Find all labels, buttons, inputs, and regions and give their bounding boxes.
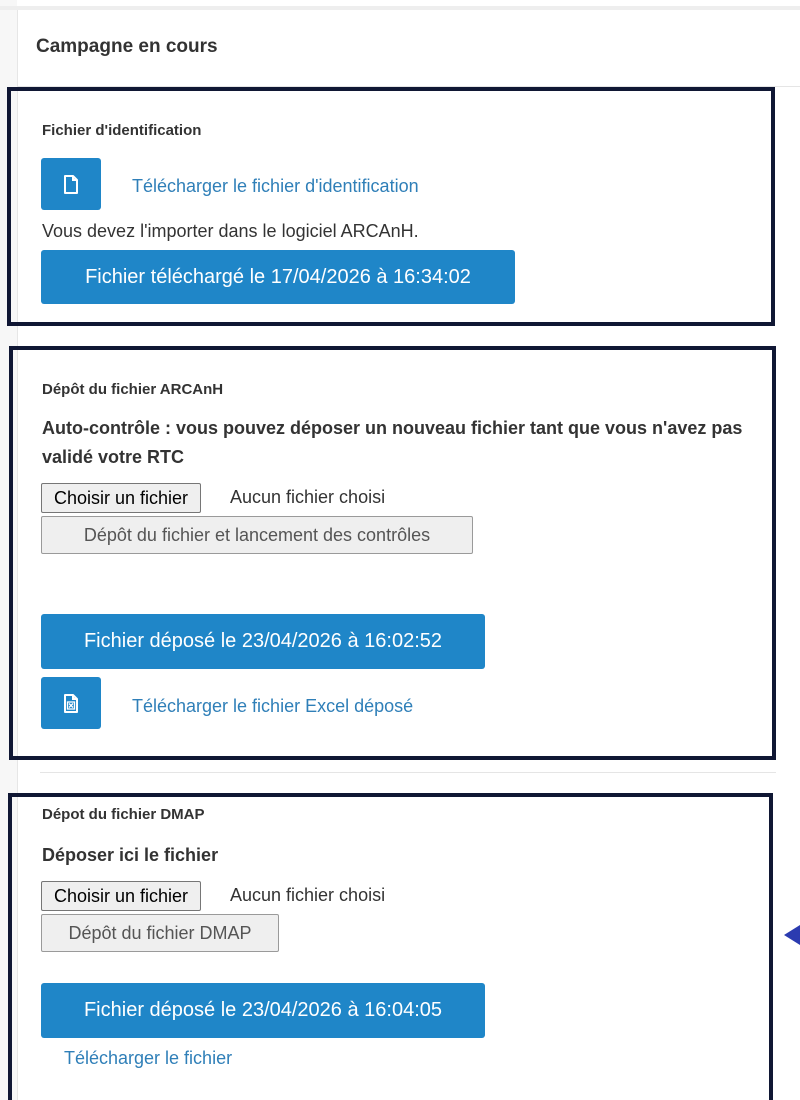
pointer-arrow	[784, 925, 800, 945]
section-divider	[40, 772, 776, 773]
dmap-instruction: Déposer ici le fichier	[42, 845, 219, 865]
dmap-status-button[interactable]: Fichier déposé le 23/04/2026 à 16:04:05	[41, 983, 485, 1038]
panel-title: Campagne en cours	[36, 36, 218, 57]
download-excel-link[interactable]: Télécharger le fichier Excel déposé	[132, 696, 413, 717]
dmap-no-file-text: Aucun fichier choisi	[230, 885, 386, 905]
download-identification-button[interactable]	[41, 158, 101, 210]
arcanh-instruction: Auto-contrôle : vous pouvez déposer un n…	[42, 418, 743, 467]
download-identification-link[interactable]: Télécharger le fichier d'identification	[132, 176, 419, 197]
import-note: Vous devez l'importer dans le logiciel A…	[42, 221, 419, 241]
arcanh-submit-button[interactable]: Dépôt du fichier et lancement des contrô…	[41, 516, 473, 554]
identification-status-button[interactable]: Fichier téléchargé le 17/04/2026 à 16:34…	[41, 250, 515, 304]
dmap-download-link[interactable]: Télécharger le fichier	[64, 1048, 232, 1069]
dmap-title: Dépot du fichier DMAP	[42, 806, 205, 823]
excel-file-icon	[64, 693, 78, 713]
arcanh-choose-file-button[interactable]: Choisir un fichier	[41, 483, 202, 513]
dmap-submit-button[interactable]: Dépôt du fichier DMAP	[41, 914, 279, 952]
arcanh-status-button[interactable]: Fichier déposé le 23/04/2026 à 16:02:52	[41, 614, 485, 669]
dmap-choose-file-button[interactable]: Choisir un fichier	[41, 881, 202, 911]
download-excel-button[interactable]	[41, 677, 101, 729]
arcanh-no-file-text: Aucun fichier choisi	[230, 487, 386, 507]
arcanh-title: Dépôt du fichier ARCAnH	[42, 381, 224, 398]
file-icon	[64, 174, 78, 194]
identification-title: Fichier d'identification	[42, 122, 202, 139]
